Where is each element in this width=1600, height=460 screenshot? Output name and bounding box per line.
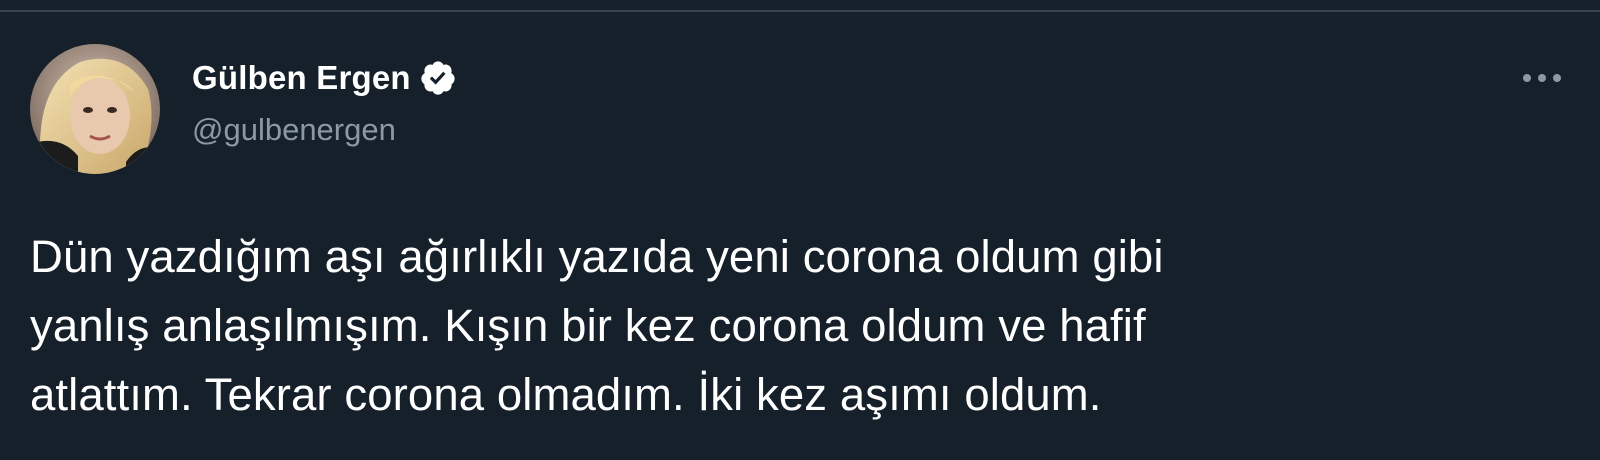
top-divider — [0, 10, 1600, 12]
avatar[interactable] — [30, 44, 160, 174]
name-row: Gülben Ergen — [192, 56, 457, 100]
profile-photo-icon — [30, 44, 160, 174]
user-handle[interactable]: @gulbenergen — [192, 112, 457, 148]
tweet-text-line: Dün yazdığım aşı ağırlıklı yazıda yeni c… — [30, 231, 1164, 282]
verified-badge-icon — [419, 59, 457, 97]
more-options-button[interactable] — [1516, 62, 1568, 94]
tweet-text-line: yanlış anlaşılmışım. Kışın bir kez coron… — [30, 300, 1146, 351]
tweet-text-line: atlattım. Tekrar corona olmadım. İki kez… — [30, 369, 1102, 420]
more-horizontal-icon — [1523, 74, 1561, 82]
display-name[interactable]: Gülben Ergen — [192, 59, 411, 97]
tweet-author: Gülben Ergen @gulbenergen — [192, 56, 457, 148]
tweet-text: Dün yazdığım aşı ağırlıklı yazıda yeni c… — [30, 222, 1575, 429]
tweet-card: Gülben Ergen @gulbenergen Dün yazdığım a… — [0, 0, 1600, 460]
